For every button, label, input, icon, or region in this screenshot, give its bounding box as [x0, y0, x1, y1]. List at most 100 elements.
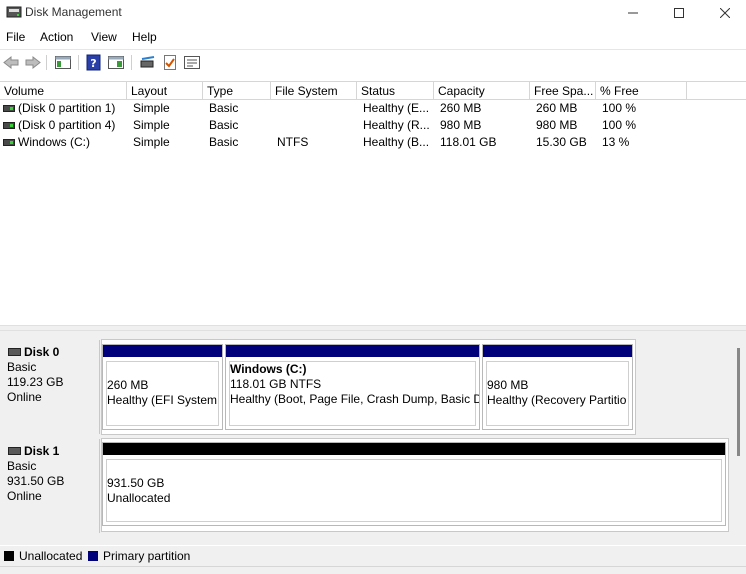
volume-row[interactable]: Windows (C:) Simple Basic NTFS Healthy (…	[0, 134, 746, 151]
disk-size: 119.23 GB	[7, 375, 64, 389]
unallocated-bar	[103, 443, 725, 455]
partition-status: Healthy (EFI System	[107, 393, 218, 407]
svg-text:?: ?	[90, 57, 96, 70]
volume-type: Basic	[209, 118, 239, 132]
partition-recovery[interactable]: 980 MB Healthy (Recovery Partitio	[482, 344, 633, 430]
minimize-icon	[628, 12, 638, 14]
volume-capacity: 260 MB	[440, 101, 482, 115]
primary-partition-bar	[103, 345, 222, 357]
menu-view[interactable]: View	[91, 30, 117, 44]
volume-file-system: NTFS	[277, 135, 309, 149]
title-bar: Disk Management	[0, 0, 746, 26]
volume-capacity: 980 MB	[440, 118, 482, 132]
back-icon[interactable]	[2, 54, 20, 71]
toolbar: ?	[0, 49, 746, 75]
volume-free-space: 980 MB	[536, 118, 578, 132]
forward-icon[interactable]	[24, 54, 42, 71]
menu-file[interactable]: File	[6, 30, 25, 44]
volume-layout: Simple	[133, 118, 170, 132]
settings-list-icon[interactable]	[183, 54, 201, 71]
partition-size: 118.01 GB NTFS	[230, 377, 322, 391]
disk-0-label[interactable]: Disk 0 Basic 119.23 GB Online	[2, 340, 100, 434]
volume-row[interactable]: (Disk 0 partition 4) Simple Basic Health…	[0, 117, 746, 134]
disk-name: Disk 1	[24, 444, 60, 458]
disk-1-label[interactable]: Disk 1 Basic 931.50 GB Online	[2, 439, 100, 533]
column-header-capacity[interactable]: Capacity	[434, 82, 530, 100]
volume-free-space: 15.30 GB	[536, 135, 587, 149]
help-icon[interactable]: ?	[85, 54, 103, 71]
volume-icon	[3, 105, 15, 112]
volume-icon	[3, 122, 15, 129]
volume-type: Basic	[209, 101, 239, 115]
partition-size: 931.50 GB	[107, 476, 165, 490]
disk-1-partitions: 931.50 GB Unallocated	[101, 438, 729, 532]
disk-type: Basic	[7, 459, 37, 473]
volume-name: (Disk 0 partition 4)	[18, 118, 116, 132]
maximize-icon	[674, 8, 684, 18]
column-header-percent-free[interactable]: % Free	[596, 82, 687, 100]
toolbar-separator	[46, 55, 47, 70]
volume-percent-free: 100 %	[602, 118, 637, 132]
partition-windows-c[interactable]: Windows (C:) 118.01 GB NTFS Healthy (Boo…	[225, 344, 480, 430]
disk-state: Online	[7, 390, 42, 404]
volume-name: (Disk 0 partition 1)	[18, 101, 116, 115]
partition-efi[interactable]: 260 MB Healthy (EFI System	[102, 344, 223, 430]
volume-percent-free: 13 %	[602, 135, 630, 149]
volume-name: Windows (C:)	[18, 135, 91, 149]
menu-help[interactable]: Help	[132, 30, 157, 44]
disk-type: Basic	[7, 360, 37, 374]
volume-type: Basic	[209, 135, 239, 149]
disk-icon	[8, 447, 21, 455]
minimize-button[interactable]	[610, 0, 656, 26]
volume-layout: Simple	[133, 101, 170, 115]
maximize-button[interactable]	[656, 0, 702, 26]
window-title: Disk Management	[25, 5, 122, 19]
status-bar	[0, 566, 746, 574]
vertical-scrollbar[interactable]	[737, 348, 740, 456]
volume-capacity: 118.01 GB	[440, 135, 497, 149]
disk-name: Disk 0	[24, 345, 60, 359]
column-header-layout[interactable]: Layout	[127, 82, 203, 100]
column-header-file-system[interactable]: File System	[271, 82, 357, 100]
disk-state: Online	[7, 489, 42, 503]
checklist-icon[interactable]	[161, 54, 179, 71]
toolbar-separator	[78, 55, 79, 70]
partition-status: Healthy (Boot, Page File, Crash Dump, Ba…	[230, 392, 479, 406]
disk-0-partitions: 260 MB Healthy (EFI System Windows (C:) …	[101, 339, 636, 435]
toolbar-separator	[131, 55, 132, 70]
column-header-free-space[interactable]: Free Spa...	[530, 82, 596, 100]
legend: Unallocated Primary partition	[0, 546, 746, 566]
partition-status: Healthy (Recovery Partitio	[487, 393, 627, 407]
disk-icon	[8, 348, 21, 356]
partition-status: Unallocated	[107, 491, 171, 505]
partition-unallocated[interactable]: 931.50 GB Unallocated	[102, 442, 726, 526]
connect-disk-icon[interactable]	[139, 54, 157, 71]
column-header-type[interactable]: Type	[203, 82, 271, 100]
legend-unallocated: Unallocated	[19, 549, 83, 563]
volume-icon	[3, 139, 15, 146]
disk-management-app-icon	[6, 6, 22, 18]
partition-size: 980 MB	[487, 378, 529, 392]
volume-row[interactable]: (Disk 0 partition 1) Simple Basic Health…	[0, 100, 746, 117]
column-header-volume[interactable]: Volume	[0, 82, 127, 100]
disk-size: 931.50 GB	[7, 474, 65, 488]
partition-size: 260 MB	[107, 378, 149, 392]
column-header-status[interactable]: Status	[357, 82, 434, 100]
primary-partition-bar	[226, 345, 479, 357]
properties-icon[interactable]	[107, 54, 125, 71]
volume-free-space: 260 MB	[536, 101, 578, 115]
menu-bar: File Action View Help	[0, 28, 746, 48]
console-tree-icon[interactable]	[54, 54, 72, 71]
menu-action[interactable]: Action	[40, 30, 73, 44]
volume-layout: Simple	[133, 135, 170, 149]
volume-status: Healthy (R...	[363, 118, 430, 132]
partition-title: Windows (C:)	[230, 362, 307, 376]
volume-status: Healthy (E...	[363, 101, 430, 115]
primary-partition-swatch	[88, 551, 98, 561]
close-icon	[720, 8, 730, 18]
volume-percent-free: 100 %	[602, 101, 637, 115]
volume-list-header: Volume Layout Type File System Status Ca…	[0, 81, 746, 100]
volume-status: Healthy (B...	[363, 135, 430, 149]
unallocated-swatch	[4, 551, 14, 561]
close-button[interactable]	[702, 0, 746, 26]
